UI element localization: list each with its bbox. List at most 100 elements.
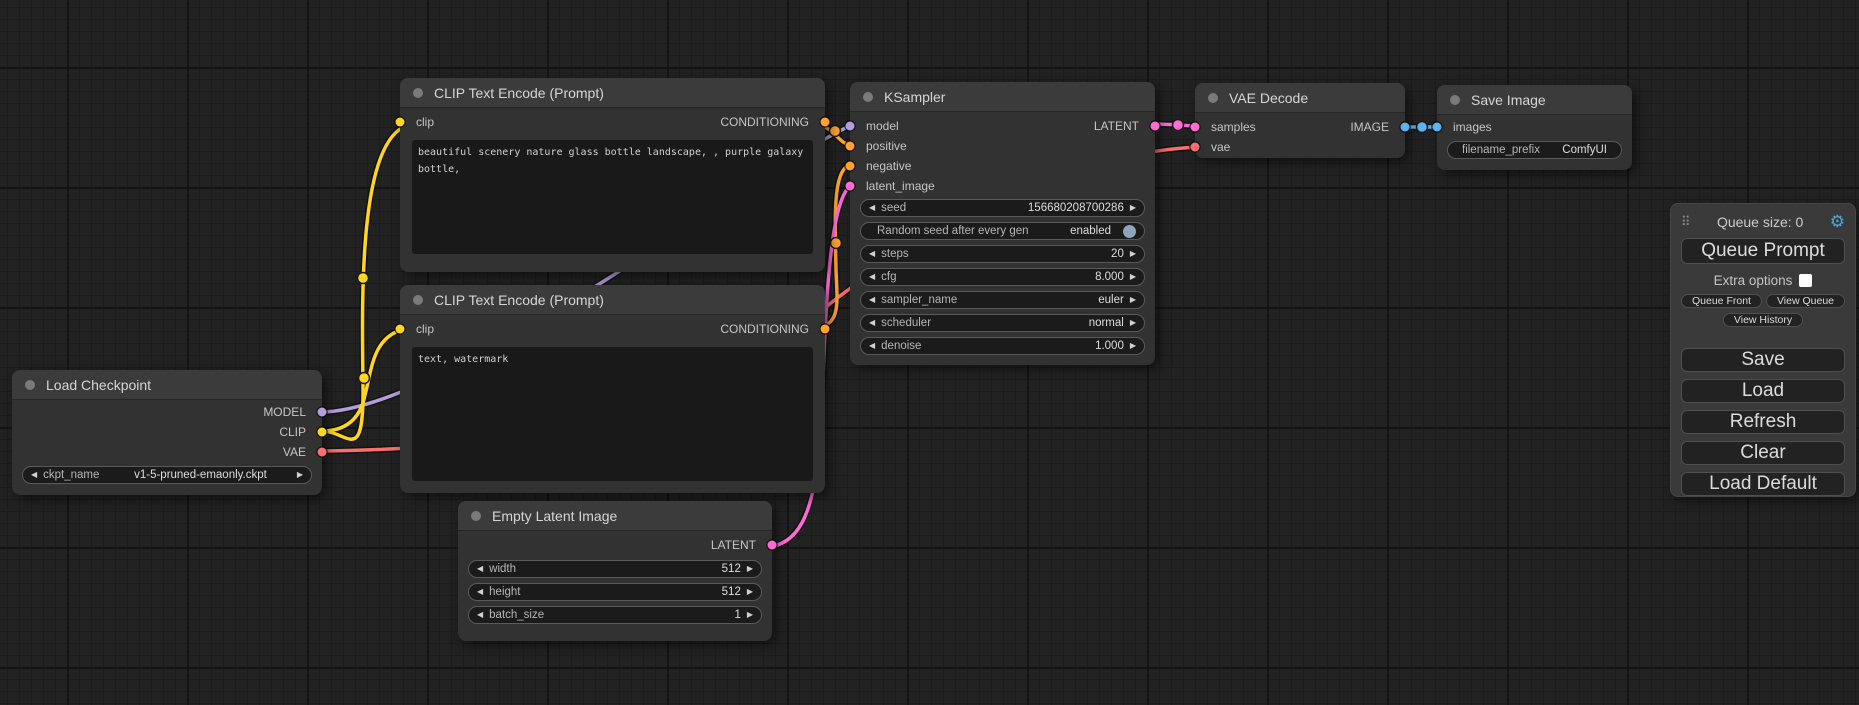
gear-icon[interactable]	[1830, 213, 1845, 232]
collapse-dot-icon[interactable]	[863, 92, 873, 102]
node-clip-text-encode-positive[interactable]: CLIP Text Encode (Prompt) clip CONDITION…	[400, 78, 825, 272]
scheduler-combo[interactable]: scheduler normal	[860, 314, 1145, 332]
samples-input-port[interactable]	[1191, 123, 1200, 132]
steps-number-widget[interactable]: steps 20	[860, 245, 1145, 263]
widget-value: enabled	[1070, 225, 1111, 237]
refresh-button[interactable]: Refresh	[1681, 410, 1845, 434]
image-output-port[interactable]	[1401, 123, 1410, 132]
increment-arrow-icon[interactable]	[747, 565, 753, 573]
negative-input-port[interactable]	[846, 162, 855, 171]
io-row: vae	[1195, 137, 1405, 157]
cfg-number-widget[interactable]: cfg 8.000	[860, 268, 1145, 286]
filename-prefix-text-widget[interactable]: filename_prefix ComfyUI	[1447, 141, 1622, 159]
node-save-image[interactable]: Save Image images filename_prefix ComfyU…	[1437, 85, 1632, 170]
queue-front-button[interactable]: Queue Front	[1681, 294, 1762, 308]
decrement-arrow-icon[interactable]	[869, 204, 875, 212]
node-title-bar[interactable]: Save Image	[1437, 85, 1632, 115]
node-title: Load Checkpoint	[46, 377, 151, 393]
collapse-dot-icon[interactable]	[471, 511, 481, 521]
collapse-dot-icon[interactable]	[413, 295, 423, 305]
toggle-circle-icon[interactable]	[1123, 225, 1136, 238]
ckpt-name-combo[interactable]: ckpt_name v1-5-pruned-emaonly.ckpt	[22, 466, 312, 484]
node-title-bar[interactable]: CLIP Text Encode (Prompt)	[400, 78, 825, 108]
seed-number-widget[interactable]: seed 156680208700286	[860, 199, 1145, 217]
width-number-widget[interactable]: width 512	[468, 560, 762, 578]
view-queue-button[interactable]: View Queue	[1766, 294, 1845, 308]
collapse-dot-icon[interactable]	[1208, 93, 1218, 103]
view-history-button[interactable]: View History	[1723, 313, 1803, 327]
widget-label: Random seed after every gen	[877, 225, 1029, 237]
decrement-arrow-icon[interactable]	[31, 471, 37, 479]
decrement-arrow-icon[interactable]	[477, 588, 483, 596]
clip-output-port[interactable]	[318, 428, 327, 437]
decrement-arrow-icon[interactable]	[869, 273, 875, 281]
node-title-bar[interactable]: KSampler	[850, 82, 1155, 112]
node-title-bar[interactable]: Empty Latent Image	[458, 501, 772, 531]
conditioning-output-port[interactable]	[821, 118, 830, 127]
vae-input-port[interactable]	[1191, 143, 1200, 152]
node-title-bar[interactable]: Load Checkpoint	[12, 370, 322, 400]
decrement-arrow-icon[interactable]	[477, 565, 483, 573]
extra-options-checkbox[interactable]	[1799, 274, 1812, 287]
save-button[interactable]: Save	[1681, 348, 1845, 372]
increment-arrow-icon[interactable]	[1130, 273, 1136, 281]
output-label: VAE	[283, 445, 306, 459]
input-label: negative	[866, 159, 911, 173]
batch-size-number-widget[interactable]: batch_size 1	[468, 606, 762, 624]
clip-input-port[interactable]	[396, 325, 405, 334]
io-row: model LATENT	[850, 116, 1155, 136]
latent-output-port[interactable]	[1151, 122, 1160, 131]
increment-arrow-icon[interactable]	[747, 611, 753, 619]
decrement-arrow-icon[interactable]	[869, 250, 875, 258]
widget-label: filename_prefix	[1462, 144, 1540, 156]
collapse-dot-icon[interactable]	[413, 88, 423, 98]
increment-arrow-icon[interactable]	[1130, 250, 1136, 258]
queue-prompt-button[interactable]: Queue Prompt	[1681, 238, 1845, 264]
node-load-checkpoint[interactable]: Load Checkpoint MODEL CLIP VAE ckpt_name…	[12, 370, 322, 495]
decrement-arrow-icon[interactable]	[869, 296, 875, 304]
latent-output-port[interactable]	[768, 541, 777, 550]
model-output-port[interactable]	[318, 408, 327, 417]
decrement-arrow-icon[interactable]	[869, 342, 875, 350]
random-seed-toggle-widget[interactable]: Random seed after every gen enabled	[860, 222, 1145, 240]
increment-arrow-icon[interactable]	[747, 588, 753, 596]
collapse-dot-icon[interactable]	[1450, 95, 1460, 105]
clear-button[interactable]: Clear	[1681, 441, 1845, 465]
node-title-bar[interactable]: VAE Decode	[1195, 83, 1405, 113]
extra-options-label: Extra options	[1714, 273, 1793, 288]
comfyui-canvas[interactable]: { "palette": { "model": "#b39ddb", "clip…	[0, 0, 1859, 705]
node-ksampler[interactable]: KSampler model LATENT positive negative …	[850, 82, 1155, 365]
negative-prompt-textarea[interactable]: text, watermark	[412, 347, 813, 481]
decrement-arrow-icon[interactable]	[477, 611, 483, 619]
conditioning-output-port[interactable]	[821, 325, 830, 334]
positive-input-port[interactable]	[846, 142, 855, 151]
clip-input-port[interactable]	[396, 118, 405, 127]
positive-prompt-textarea[interactable]: beautiful scenery nature glass bottle la…	[412, 140, 813, 254]
node-clip-text-encode-negative[interactable]: CLIP Text Encode (Prompt) clip CONDITION…	[400, 285, 825, 493]
height-number-widget[interactable]: height 512	[468, 583, 762, 601]
increment-arrow-icon[interactable]	[1130, 204, 1136, 212]
decrement-arrow-icon[interactable]	[869, 319, 875, 327]
increment-arrow-icon[interactable]	[1130, 342, 1136, 350]
widget-value: 8.000	[1095, 271, 1124, 283]
widget-value: 1.000	[1095, 340, 1124, 352]
model-input-port[interactable]	[846, 122, 855, 131]
queue-panel[interactable]: Queue size: 0 Queue Prompt Extra options…	[1670, 203, 1856, 497]
images-input-port[interactable]	[1433, 123, 1442, 132]
node-vae-decode[interactable]: VAE Decode samples IMAGE vae	[1195, 83, 1405, 158]
increment-arrow-icon[interactable]	[1130, 296, 1136, 304]
node-title-bar[interactable]: CLIP Text Encode (Prompt)	[400, 285, 825, 315]
vae-output-port[interactable]	[318, 448, 327, 457]
increment-arrow-icon[interactable]	[297, 471, 303, 479]
load-button[interactable]: Load	[1681, 379, 1845, 403]
latent-image-input-port[interactable]	[846, 182, 855, 191]
node-empty-latent-image[interactable]: Empty Latent Image LATENT width 512 heig…	[458, 501, 772, 641]
output-row: MODEL	[12, 402, 322, 422]
node-title: CLIP Text Encode (Prompt)	[434, 85, 604, 101]
increment-arrow-icon[interactable]	[1130, 319, 1136, 327]
sampler-name-combo[interactable]: sampler_name euler	[860, 291, 1145, 309]
drag-handle-icon[interactable]	[1681, 213, 1691, 231]
load-default-button[interactable]: Load Default	[1681, 472, 1845, 496]
collapse-dot-icon[interactable]	[25, 380, 35, 390]
denoise-number-widget[interactable]: denoise 1.000	[860, 337, 1145, 355]
